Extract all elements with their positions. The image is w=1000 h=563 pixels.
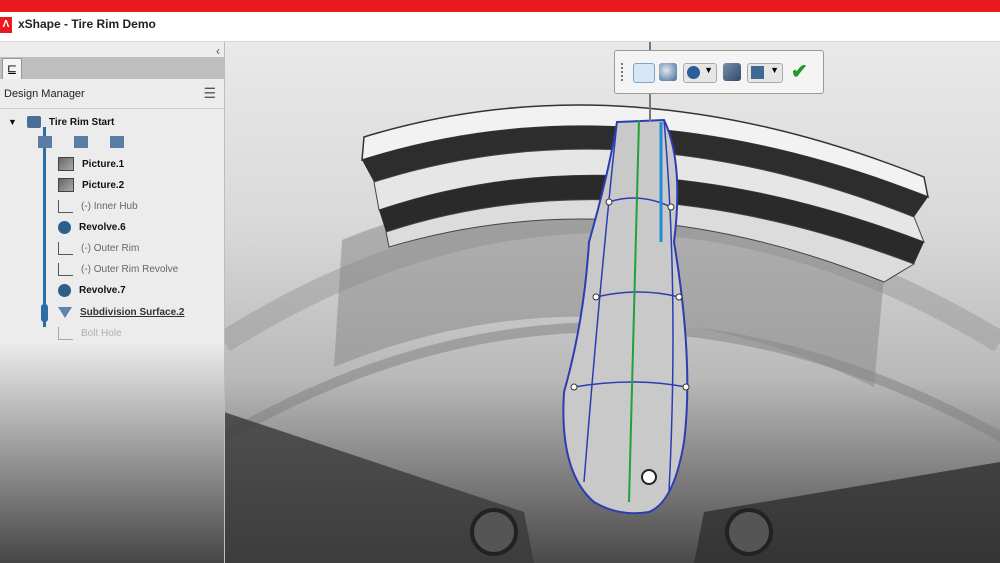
sketch-icon xyxy=(58,262,73,276)
picture-icon xyxy=(58,178,74,192)
cage-vertex[interactable] xyxy=(570,383,578,391)
tree-item-label: Picture.2 xyxy=(82,179,125,191)
panel-tabstrip: ⊑ xyxy=(0,57,224,79)
sketch-icon xyxy=(58,326,73,340)
tree-item[interactable]: Picture.1 xyxy=(58,154,124,174)
tree-item[interactable]: Revolve.6 xyxy=(58,217,126,237)
revolve-icon xyxy=(58,220,71,234)
tree-plane-icons xyxy=(38,132,132,152)
cage-vertex[interactable] xyxy=(667,203,675,211)
sketch-icon xyxy=(58,241,73,255)
design-manager-panel: ‹ ⊑ Design Manager ☰ ▼ Tire Rim Start Pi… xyxy=(0,42,225,563)
cage-vertex[interactable] xyxy=(675,293,683,301)
cube-view-icon[interactable]: ▼ xyxy=(747,63,783,83)
panel-title: Design Manager xyxy=(4,88,85,100)
render-icon[interactable] xyxy=(723,63,741,81)
tree-item[interactable]: (-) Outer Rim Revolve xyxy=(58,259,178,279)
tree-root[interactable]: ▼ Tire Rim Start xyxy=(8,112,114,132)
tree-hierarchy-line xyxy=(43,127,46,327)
collapse-panel-icon[interactable]: ‹ xyxy=(216,44,220,58)
title-bar: Λ xShape - Tire Rim Demo xyxy=(0,12,1000,42)
tree-item-label: Revolve.6 xyxy=(79,221,126,233)
sketch-icon xyxy=(58,199,73,213)
panel-menu-icon[interactable]: ☰ xyxy=(203,85,216,102)
tree-item[interactable]: Bolt Hole xyxy=(58,323,122,343)
right-plane-icon[interactable] xyxy=(110,136,124,148)
tree-item-label: (-) Outer Rim xyxy=(81,242,140,254)
tree-item[interactable]: (-) Inner Hub xyxy=(58,196,138,216)
expand-arrow-icon[interactable]: ▼ xyxy=(8,117,17,127)
tree-item-label: Revolve.7 xyxy=(79,284,126,296)
tree-item[interactable]: Revolve.7 xyxy=(58,280,126,300)
tree-item-label: Picture.1 xyxy=(82,158,125,170)
shading-icon[interactable] xyxy=(659,63,677,81)
tree-item-label: Bolt Hole xyxy=(81,327,122,339)
part-icon xyxy=(26,116,41,128)
panel-shadow-overlay xyxy=(0,342,224,563)
app-logo: Λ xyxy=(0,17,12,33)
window-title: xShape - Tire Rim Demo xyxy=(18,17,156,31)
viewport-scene xyxy=(224,42,1000,563)
picture-icon xyxy=(58,157,74,171)
revolve-icon xyxy=(58,283,71,297)
manipulator-handle[interactable] xyxy=(641,469,657,485)
tree-icon[interactable]: ⊑ xyxy=(2,58,22,79)
3d-viewport[interactable] xyxy=(224,42,1000,563)
cage-vertex[interactable] xyxy=(682,383,690,391)
tree-item-label: (-) Inner Hub xyxy=(81,200,138,212)
cage-vertex[interactable] xyxy=(592,293,600,301)
tree-root-label: Tire Rim Start xyxy=(48,116,115,128)
tree-item-label: (-) Outer Rim Revolve xyxy=(81,263,179,275)
tree-item[interactable]: (-) Outer Rim xyxy=(58,238,139,258)
cage-vertex[interactable] xyxy=(605,198,613,206)
bolt-hole-left xyxy=(470,508,518,556)
tree-history-marker[interactable] xyxy=(41,304,48,322)
tree-item-label: Subdivision Surface.2 xyxy=(80,306,185,318)
tree-item[interactable]: Subdivision Surface.2 xyxy=(58,302,184,322)
tree-item[interactable]: Picture.2 xyxy=(58,175,124,195)
toolbar-grip[interactable] xyxy=(621,63,626,81)
sphere-view-icon[interactable]: ▼ xyxy=(683,63,717,83)
top-accent-bar xyxy=(0,0,1000,12)
subdivision-icon xyxy=(58,306,72,318)
front-plane-icon[interactable] xyxy=(74,136,88,148)
display-mode-icon[interactable] xyxy=(633,63,655,83)
top-plane-icon[interactable] xyxy=(38,136,52,148)
viewport-toolbar: ▼ ▼ ✔ xyxy=(614,50,824,94)
accept-check-icon[interactable]: ✔ xyxy=(791,61,813,83)
bolt-hole-right xyxy=(725,508,773,556)
design-manager-header: Design Manager ☰ xyxy=(0,82,224,109)
